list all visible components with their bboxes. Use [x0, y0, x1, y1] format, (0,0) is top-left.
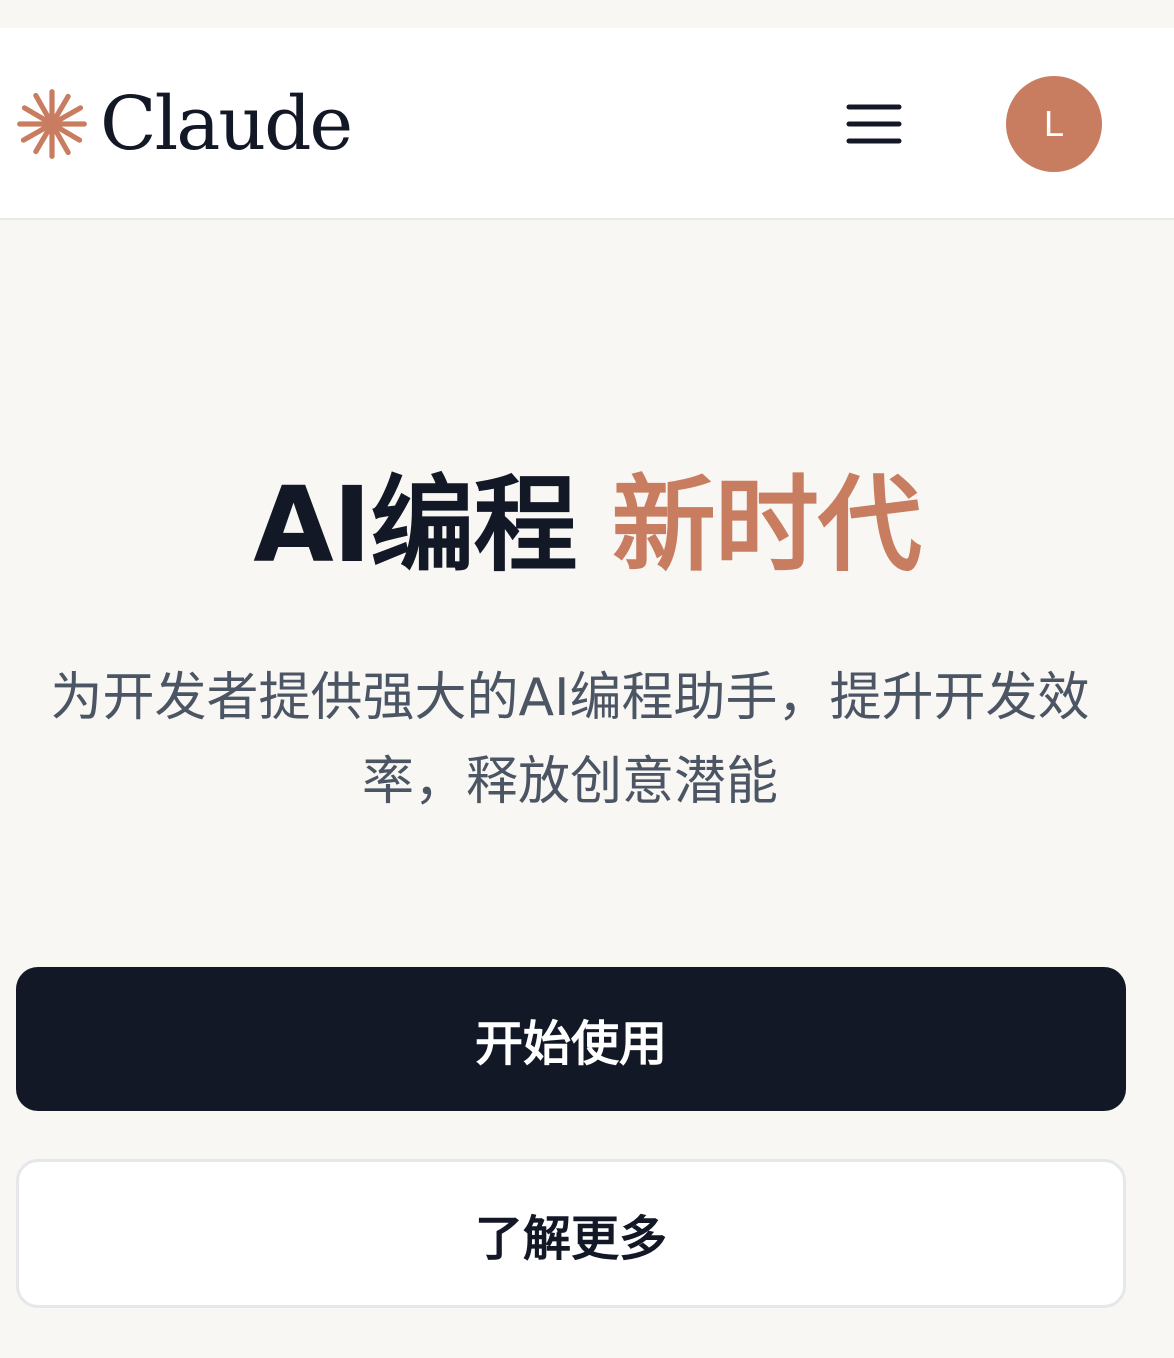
get-started-button[interactable]: 开始使用 [16, 967, 1126, 1111]
hero-title-accent: 新时代 [611, 464, 922, 586]
top-strip [0, 0, 1174, 28]
hero-title: AI编程 新时代 [0, 460, 1174, 590]
hero-subtitle: 为开发者提供强大的AI编程助手，提升开发效率，释放创意潜能 [50, 668, 1090, 812]
claude-spark-icon [17, 89, 87, 159]
hamburger-menu-icon [846, 104, 902, 144]
user-avatar[interactable]: L [1006, 76, 1102, 172]
learn-more-button[interactable]: 了解更多 [16, 1159, 1126, 1308]
hero-title-main: AI编程 [253, 464, 577, 586]
brand-logo[interactable]: Claude [14, 81, 353, 167]
brand-name: Claude [100, 81, 353, 167]
site-header: Claude L [0, 28, 1174, 220]
menu-button[interactable] [838, 92, 910, 156]
